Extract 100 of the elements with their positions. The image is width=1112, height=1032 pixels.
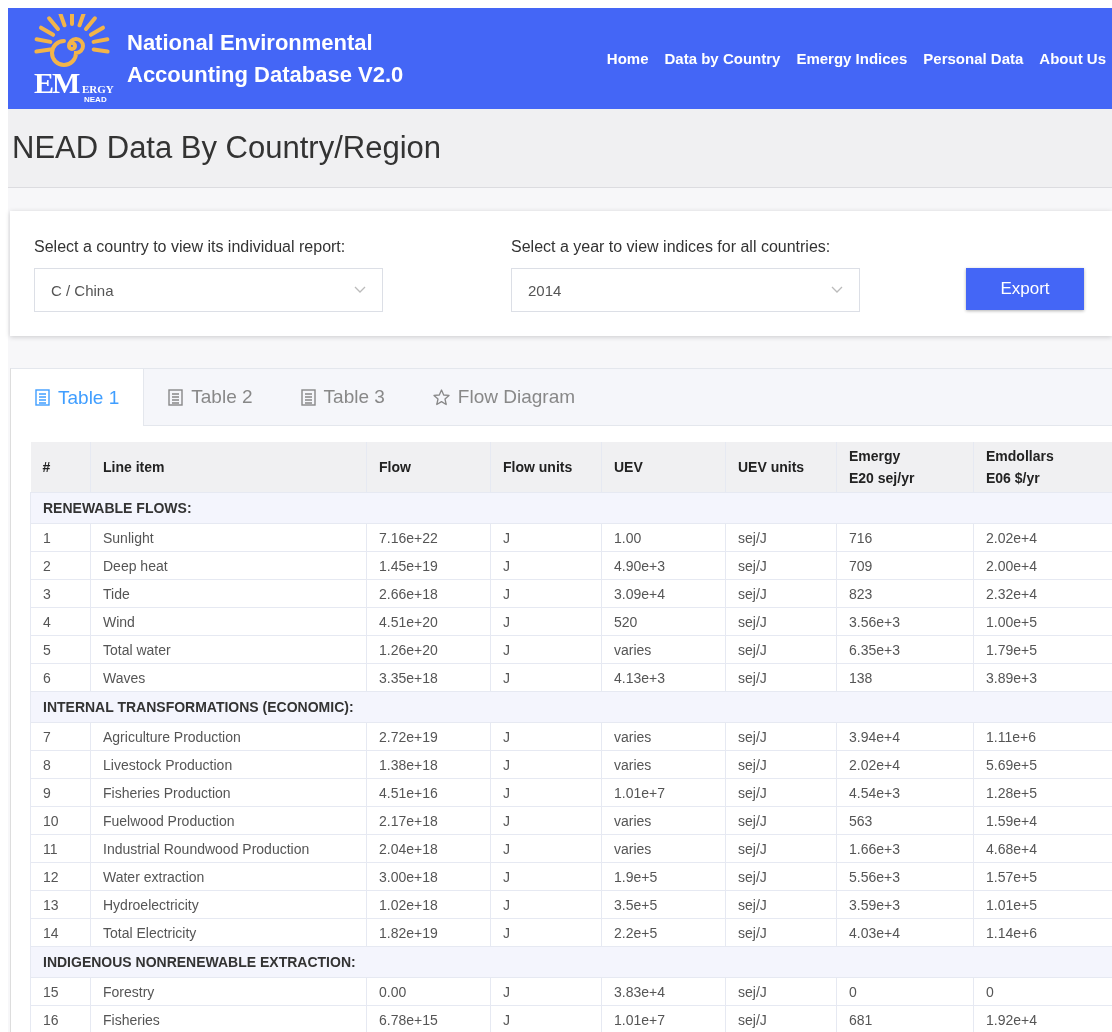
table-cell: 3.5e+5	[601, 890, 726, 919]
table-cell: 2	[30, 551, 91, 580]
table-cell: varies	[601, 635, 726, 664]
table-cell: J	[490, 663, 602, 692]
table-cell: J	[490, 778, 602, 807]
table-cell: J	[490, 750, 602, 779]
table-cell: 1.02e+18	[366, 890, 491, 919]
table-cell: 1.01e+7	[601, 778, 726, 807]
table-cell: sej/J	[725, 635, 837, 664]
dropdown-field[interactable]: 2014	[511, 268, 860, 312]
table-cell: 3	[30, 579, 91, 608]
table-cell: 8	[30, 750, 91, 779]
table-cell: 7.16e+22	[366, 523, 491, 552]
table-cell: sej/J	[725, 722, 837, 751]
table-cell: 4.13e+3	[601, 663, 726, 692]
page-title: NEAD Data By Country/Region	[12, 130, 442, 166]
table-cell: Forestry	[90, 977, 367, 1006]
table-cell: J	[490, 890, 602, 919]
table-cell: 709	[836, 551, 974, 580]
table-cell: 3.35e+18	[366, 663, 491, 692]
table-cell: J	[490, 579, 602, 608]
table-cell: sej/J	[725, 778, 837, 807]
table-cell: Tide	[90, 579, 367, 608]
table-cell: J	[490, 834, 602, 863]
tab[interactable]: Table 1	[11, 369, 145, 426]
tab[interactable]: Table 3	[276, 369, 409, 425]
table-cell: 4	[30, 607, 91, 636]
export-button[interactable]: Export	[966, 268, 1084, 310]
table-cell: Deep heat	[90, 551, 367, 580]
nav-link[interactable]: About Us	[1039, 50, 1106, 67]
table-cell: 16	[30, 1005, 91, 1032]
table-cell: varies	[601, 722, 726, 751]
table-cell: sej/J	[725, 806, 837, 835]
section-heading: INTERNAL TRANSFORMATIONS (ECONOMIC):	[30, 691, 1112, 723]
logo-subtext: NEAD	[84, 95, 107, 104]
table-cell: Wind	[90, 607, 367, 636]
table-cell: J	[490, 977, 602, 1006]
dropdown-field[interactable]: C / China	[34, 268, 383, 312]
table-cell: 3.09e+4	[601, 579, 726, 608]
table-cell: Waves	[90, 663, 367, 692]
table-cell: 1.45e+19	[366, 551, 491, 580]
table-cell: 11	[30, 834, 91, 863]
column-header: UEV units	[725, 442, 837, 493]
table-cell: Fuelwood Production	[90, 806, 367, 835]
table-cell: Industrial Roundwood Production	[90, 834, 367, 863]
column-header: Flow	[366, 442, 491, 493]
section-heading: RENEWABLE FLOWS:	[30, 492, 1112, 524]
table-cell: 6.35e+3	[836, 635, 974, 664]
table-cell: sej/J	[725, 579, 837, 608]
nav-link[interactable]: Home	[606, 50, 649, 67]
table-cell: 563	[836, 806, 974, 835]
table-cell: 2.72e+19	[366, 722, 491, 751]
nav-link[interactable]: Emergy Indices	[796, 50, 908, 67]
table-cell: sej/J	[725, 523, 837, 552]
table-cell: 2.66e+18	[366, 579, 491, 608]
table-cell: 4.54e+3	[836, 778, 974, 807]
table-cell: Agriculture Production	[90, 722, 367, 751]
table-cell: 12	[30, 862, 91, 891]
table-cell: varies	[601, 834, 726, 863]
table-cell: 5	[30, 635, 91, 664]
table-cell: J	[490, 722, 602, 751]
table-cell: sej/J	[725, 663, 837, 692]
table-cell: 1.66e+3	[836, 834, 974, 863]
table-cell: Hydroelectricity	[90, 890, 367, 919]
table-cell: 2.02e+4	[836, 750, 974, 779]
table-cell: 6	[30, 663, 91, 692]
table-cell: 9	[30, 778, 91, 807]
nav-link[interactable]: Data by Country	[664, 50, 781, 67]
nav-link[interactable]: Personal Data	[923, 50, 1024, 67]
table-cell: Livestock Production	[90, 750, 367, 779]
logo-text: ERGY	[82, 83, 114, 95]
table-cell: 0.00	[366, 977, 491, 1006]
table-cell: sej/J	[725, 918, 837, 947]
tab[interactable]: Flow Diagram	[408, 369, 600, 425]
filter-label: Select a country to view its individual report:	[34, 238, 347, 256]
site-title: National Environmental Accounting Database V2.0	[127, 28, 404, 89]
table-cell: varies	[601, 750, 726, 779]
table-cell: 2.2e+5	[601, 918, 726, 947]
table-cell: 2.17e+18	[366, 806, 491, 835]
document-icon	[300, 388, 316, 406]
table-cell: J	[490, 635, 602, 664]
table-cell: 520	[601, 607, 726, 636]
chevron-icon	[354, 286, 366, 294]
table-cell: Sunlight	[90, 523, 367, 552]
column-header: Emdollars E06 $/yr	[973, 442, 1112, 493]
table-cell: J	[490, 551, 602, 580]
table-cell: 716	[836, 523, 974, 552]
column-header: #	[30, 442, 91, 493]
table-cell: 1.82e+19	[366, 918, 491, 947]
column-header: Emergy E20 sej/yr	[836, 442, 974, 493]
table-cell: 3.00e+18	[366, 862, 491, 891]
table-cell: sej/J	[725, 607, 837, 636]
column-header: UEV	[601, 442, 726, 493]
logo-letters: EM	[34, 67, 79, 98]
table-cell: 1	[30, 523, 91, 552]
table-cell: 2.04e+18	[366, 834, 491, 863]
document-icon	[168, 388, 184, 406]
table-cell: 10	[30, 806, 91, 835]
table-cell: 0	[836, 977, 974, 1006]
tab[interactable]: Table 2	[144, 369, 277, 425]
